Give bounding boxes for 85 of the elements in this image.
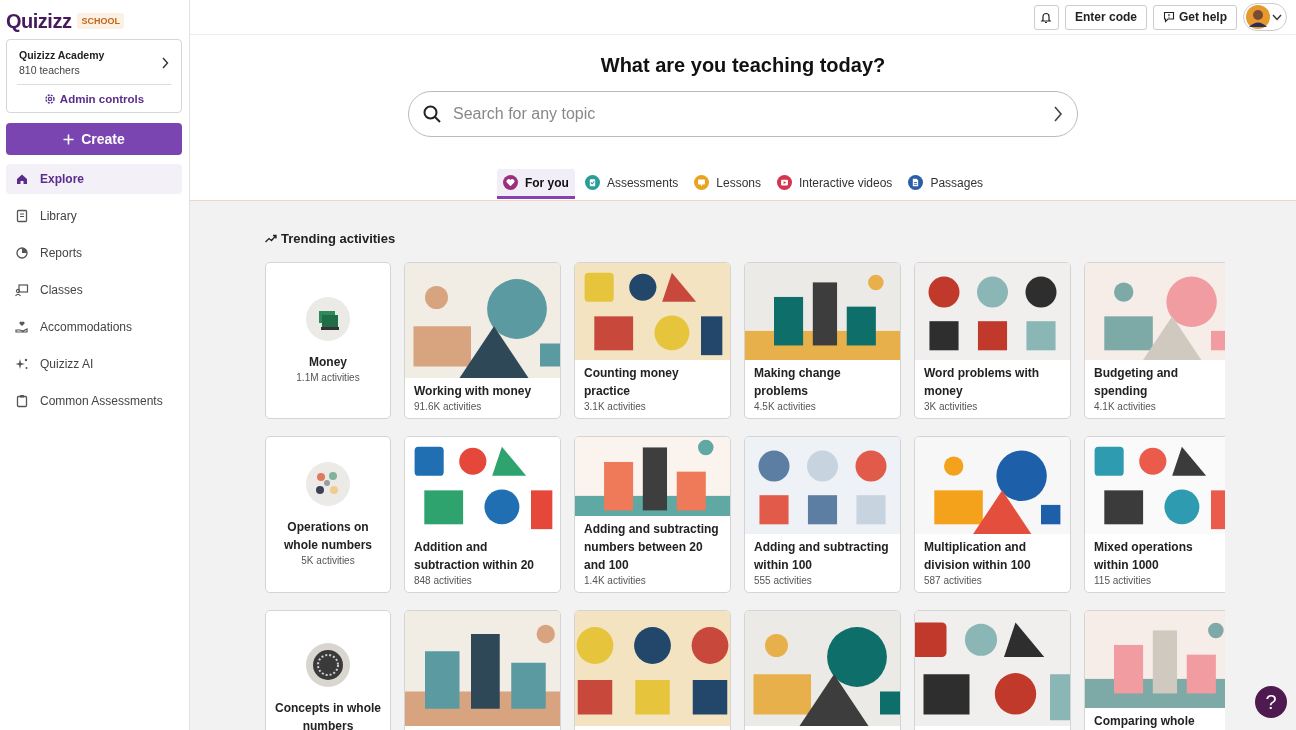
home-icon [15,172,29,186]
card-title: Making change problems [754,365,842,400]
topic-card[interactable]: Money 1.1M activities [265,262,391,419]
activity-count: 1.1M activities [296,370,360,385]
sparkle-icon [15,357,29,371]
organization-name[interactable]: Quizizz Academy [19,49,105,61]
card-title: Budgeting and spending [1094,365,1179,400]
plus-icon [63,133,75,145]
category-tab[interactable]: Assessments [578,169,685,199]
gear-icon [43,92,56,105]
activity-card[interactable]: Making change problems 4.5K activities [744,262,901,419]
topic-icon [306,461,350,506]
card-title: Comparing whole [1094,713,1196,730]
sidebar-item[interactable]: Reports [6,238,182,268]
activity-card[interactable]: Multiplication and division within 100 587 activities [914,436,1071,593]
sidebar-item[interactable]: Library [6,201,182,231]
sidebar-item[interactable]: Accommodations [6,312,182,342]
activity-card[interactable]: Mixed operations within 1000 115 activities [1084,436,1225,593]
bell-icon [1040,10,1053,24]
card-title: Counting money practice [584,365,680,400]
avatar-icon [1246,5,1270,29]
activity-count: 1.4K activities [584,574,647,588]
card-title: Addition and subtraction within 20 [414,539,535,574]
card-title: Operations on whole numbers [283,518,373,554]
create-button[interactable]: Create [6,123,182,155]
activity-count: 5K activities [301,553,355,568]
plan-badge: SCHOOL [77,13,124,29]
enter-code-button[interactable]: Enter code [1064,4,1147,30]
activity-count: 91.6K activities [414,400,483,414]
search-icon [423,105,441,123]
profile-menu[interactable] [1243,3,1287,31]
chevron-down-icon [1272,13,1282,21]
admin-controls-link[interactable]: Admin controls [17,85,171,112]
chat-icon [1163,11,1175,23]
activity-count: 115 activities [1094,574,1153,588]
topic-card[interactable]: Operations on whole numbers 5K activities [265,436,391,593]
clipboard-icon [15,394,29,408]
notifications-button[interactable] [1033,4,1059,30]
topic-card[interactable]: Concepts in whole numbers [265,610,391,730]
card-title: Working with money [414,383,533,400]
activity-card[interactable]: Word problems with money 3K activities [914,262,1071,419]
member-count: 810 teachers [19,64,81,76]
search-field[interactable]: Search for any topic [451,104,1043,124]
category-tab[interactable]: For you [496,169,575,199]
chevron-right-icon [1053,106,1063,122]
logo: Quizizz [6,9,72,33]
card-title: Concepts in whole numbers [274,699,382,730]
category-tab[interactable]: Lessons [688,169,767,199]
category-tab[interactable]: Passages [902,169,990,199]
activity-count: 3K activities [924,400,979,414]
card-title: Money [309,353,347,371]
activity-card[interactable]: Comparing whole [1084,610,1225,730]
activity-card[interactable]: Adding and subtracting numbers between 20 and 100 1.4K activities [574,436,731,593]
activity-count: 587 activities [924,574,983,588]
topic-icon [306,642,350,687]
activity-card[interactable]: Adding and subtracting within 100 555 activities [744,436,901,593]
activity-card[interactable]: Addition and subtraction within 20 848 activities [404,436,561,593]
sidebar-item[interactable]: Quizizz AI [6,349,182,379]
activity-count: 3.1K activities [584,400,647,414]
topic-icon [306,296,350,341]
get-help-button[interactable]: Get help [1153,4,1237,30]
activity-card[interactable]: Working with money 91.6K activities [404,262,561,419]
sidebar-item[interactable]: Classes [6,275,182,305]
activity-count: 4.1K activities [1094,400,1157,414]
chevron-right-icon [161,56,169,69]
card-title: Multiplication and division within 100 [924,539,1032,574]
category-tab[interactable]: Interactive videos [771,169,899,199]
activity-count: 555 activities [754,574,813,588]
activity-card[interactable]: Counting money practice 3.1K activities [574,262,731,419]
classroom-icon [15,283,29,297]
card-title: Adding and subtracting numbers between 20 and 100 [584,521,720,574]
trending-icon [265,234,277,243]
activity-card[interactable]: Budgeting and spending 4.1K activities [1084,262,1225,419]
pie-chart-icon [15,246,29,260]
activity-count: 4.5K activities [754,400,817,414]
page-heading: What are you teaching today? [600,54,886,77]
book-icon [15,209,29,223]
sidebar-item[interactable]: Common Assessments [6,386,182,416]
card-title: Mixed operations within 1000 [1094,539,1194,574]
activity-count: 848 activities [414,574,473,588]
card-title: Word problems with money [924,365,1041,400]
card-title: Adding and subtracting within 100 [754,539,890,574]
sidebar-item[interactable]: Explore [6,164,182,194]
hand-heart-icon [15,320,29,334]
section-heading: Trending activities [281,231,396,246]
